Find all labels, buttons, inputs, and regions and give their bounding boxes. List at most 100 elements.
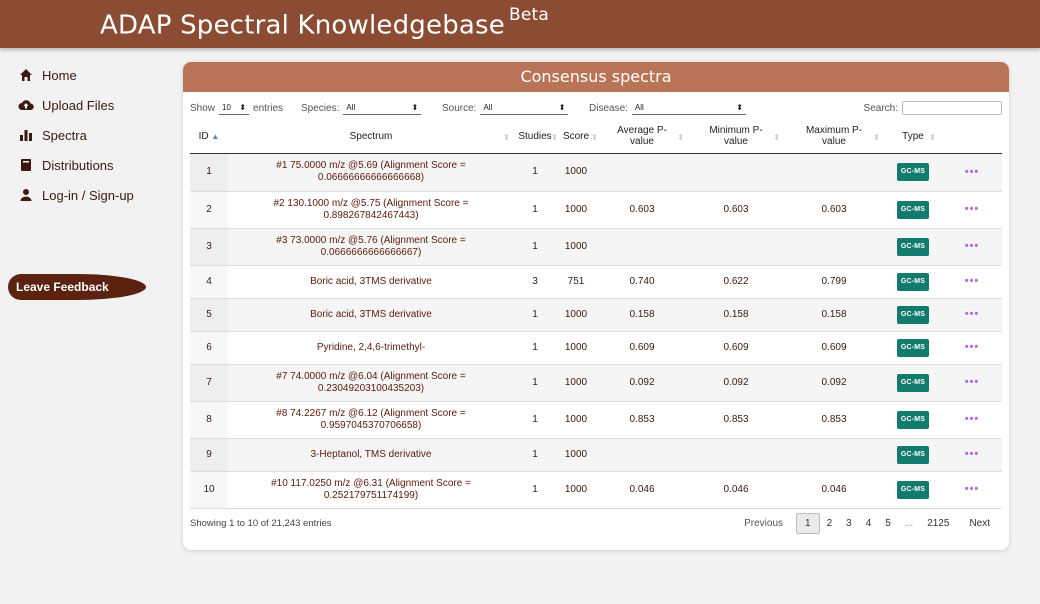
cell-id: 10 (190, 471, 228, 509)
cloud-upload-icon (18, 97, 34, 113)
cell-score: 1000 (556, 331, 596, 365)
column-header-score[interactable]: Score ⬍ (556, 120, 598, 154)
cell-score: 1000 (556, 401, 596, 439)
cell-spectrum[interactable]: Boric acid, 3TMS derivative (228, 265, 514, 299)
cell-spectrum[interactable]: #10 117.0250 m/z @6.31 (Alignment Score … (228, 471, 514, 509)
table-row[interactable]: 4 Boric acid, 3TMS derivative 3 751 0.740 0.6… (190, 265, 1002, 299)
cell-minimum-p-value: 0.609 (688, 331, 784, 365)
spectrum-name-line: #10 117.0250 m/z @6.31 (Alignment Score … (271, 477, 471, 489)
more-options-icon[interactable]: ••• (965, 483, 980, 495)
cell-spectrum[interactable]: Boric acid, 3TMS derivative (228, 298, 514, 332)
table-row[interactable]: 3 #3 73.0000 m/z @5.76 (Alignment Score =… (190, 228, 1002, 266)
cell-spectrum[interactable]: 3-Heptanol, TMS derivative (228, 438, 514, 472)
page-button-4[interactable]: 4 (859, 514, 879, 533)
sidebar-item-distributions[interactable]: Distributions (0, 150, 170, 180)
cell-studies: 1 (514, 364, 556, 402)
page-button-5[interactable]: 5 (878, 514, 898, 533)
page-button-2[interactable]: 2 (820, 514, 840, 533)
app-title: ADAP Spectral Knowledgebase Beta (100, 5, 550, 41)
sidebar-item-upload-files[interactable]: Upload Files (0, 90, 170, 120)
more-options-icon[interactable]: ••• (965, 376, 980, 388)
table-row[interactable]: 10 #10 117.0250 m/z @6.31 (Alignment Scor… (190, 471, 1002, 509)
cell-spectrum[interactable]: #2 130.1000 m/z @5.75 (Alignment Score =… (228, 191, 514, 229)
more-options-icon[interactable]: ••• (965, 308, 980, 320)
sort-asc-icon: ▲ (211, 131, 220, 141)
spectrum-name-line: 0.252179751174199) (323, 489, 419, 501)
column-header-average-p-value[interactable]: Average P-value ⬍ (596, 120, 688, 154)
type-badge: GC-MS (896, 163, 930, 181)
cell-actions: ••• (942, 191, 1002, 229)
column-header-spectrum[interactable]: Spectrum ⬍ (228, 120, 514, 154)
cell-maximum-p-value (784, 153, 884, 192)
cell-spectrum[interactable]: Pyridine, 2,4,6-trimethyl- (228, 331, 514, 365)
cell-average-p-value: 0.158 (596, 298, 688, 332)
cell-spectrum[interactable]: #1 75.0000 m/z @5.69 (Alignment Score = 0… (228, 153, 514, 192)
species-select[interactable]: All ⬍ (343, 102, 422, 115)
sidebar-item-home[interactable]: Home (0, 60, 170, 90)
more-options-icon[interactable]: ••• (965, 275, 980, 287)
table-row[interactable]: 8 #8 74.2267 m/z @6.12 (Alignment Score =… (190, 401, 1002, 439)
table-row[interactable]: 9 3-Heptanol, TMS derivative 1 1000 GC-MS ••• (190, 438, 1002, 472)
leave-feedback-button[interactable]: Leave Feedback (8, 274, 146, 300)
cell-average-p-value: 0.609 (596, 331, 688, 365)
entries-select[interactable]: 10 ⬍ (219, 102, 250, 115)
column-header-minimum-p-value[interactable]: Minimum P-value ⬍ (688, 120, 784, 154)
column-header-type[interactable]: Type ⬍ (884, 120, 942, 154)
column-header-id[interactable]: ID ▲ (190, 120, 228, 154)
more-options-icon[interactable]: ••• (965, 448, 980, 460)
cell-minimum-p-value: 0.046 (688, 471, 784, 509)
cell-score: 1000 (556, 471, 596, 509)
more-options-icon[interactable]: ••• (965, 166, 980, 178)
cell-type: GC-MS (884, 401, 942, 439)
cell-spectrum[interactable]: #7 74.0000 m/z @6.04 (Alignment Score = 0… (228, 364, 514, 402)
column-header-actions (942, 120, 1002, 154)
cell-id: 2 (190, 191, 228, 229)
spectrum-name-line: 0.23049203100435203) (317, 382, 425, 394)
table-row[interactable]: 2 #2 130.1000 m/z @5.75 (Alignment Score … (190, 191, 1002, 229)
column-header-maximum-p-value[interactable]: Maximum P-value ⬍ (784, 120, 884, 154)
cell-spectrum[interactable]: #3 73.0000 m/z @5.76 (Alignment Score = 0… (228, 228, 514, 266)
spectrum-name-line: 0.9597045370706658) (320, 419, 422, 431)
disease-select[interactable]: All ⬍ (631, 102, 746, 115)
sidebar-item-spectra[interactable]: Spectra (0, 120, 170, 150)
table-info: Showing 1 to 10 of 21,243 entries (190, 518, 332, 529)
next-page-button[interactable]: Next (962, 514, 997, 533)
previous-page-button[interactable]: Previous (737, 514, 790, 533)
cell-studies: 1 (514, 438, 556, 472)
more-options-icon[interactable]: ••• (965, 341, 980, 353)
cell-actions: ••• (942, 364, 1002, 402)
type-badge: GC-MS (896, 237, 930, 256)
table-row[interactable]: 1 #1 75.0000 m/z @5.69 (Alignment Score =… (190, 153, 1002, 192)
table-row[interactable]: 5 Boric acid, 3TMS derivative 1 1000 0.158 0.… (190, 298, 1002, 332)
more-options-icon[interactable]: ••• (965, 413, 980, 425)
search-input[interactable] (902, 101, 1002, 115)
cell-score: 1000 (556, 438, 596, 472)
table-controls: Show 10 ⬍ entries Species: All ⬍ Source: A… (190, 100, 1002, 116)
more-options-icon[interactable]: ••• (965, 240, 980, 252)
entries-label: entries (253, 102, 284, 114)
page-button-1[interactable]: 1 (796, 513, 820, 534)
cell-id: 8 (190, 401, 228, 439)
cell-id: 3 (190, 228, 228, 266)
column-header-studies[interactable]: Studies ⬍ (514, 120, 558, 154)
beta-tag: Beta (509, 5, 550, 25)
sidebar-item-login[interactable]: Log-in / Sign-up (0, 180, 170, 210)
cell-minimum-p-value: 0.622 (688, 265, 784, 299)
table-row[interactable]: 7 #7 74.0000 m/z @6.04 (Alignment Score =… (190, 364, 1002, 402)
page-button-3[interactable]: 3 (839, 514, 859, 533)
page-button-2125[interactable]: 2125 (920, 514, 956, 533)
cell-spectrum[interactable]: #8 74.2267 m/z @6.12 (Alignment Score = 0… (228, 401, 514, 439)
sidebar-item-label: Home (42, 67, 77, 83)
spectrum-name-line: #2 130.1000 m/z @5.75 (Alignment Score = (273, 197, 469, 209)
type-badge: GC-MS (896, 445, 930, 464)
cell-studies: 1 (514, 298, 556, 332)
more-options-icon[interactable]: ••• (965, 203, 980, 215)
source-select[interactable]: All ⬍ (480, 102, 569, 115)
cell-maximum-p-value: 0.799 (784, 265, 884, 299)
cell-id: 7 (190, 364, 228, 402)
cell-average-p-value: 0.603 (596, 191, 688, 229)
cell-maximum-p-value: 0.853 (784, 401, 884, 439)
home-icon (18, 67, 34, 83)
cell-id: 6 (190, 331, 228, 365)
table-row[interactable]: 6 Pyridine, 2,4,6-trimethyl- 1 1000 0.609 0.6… (190, 331, 1002, 365)
